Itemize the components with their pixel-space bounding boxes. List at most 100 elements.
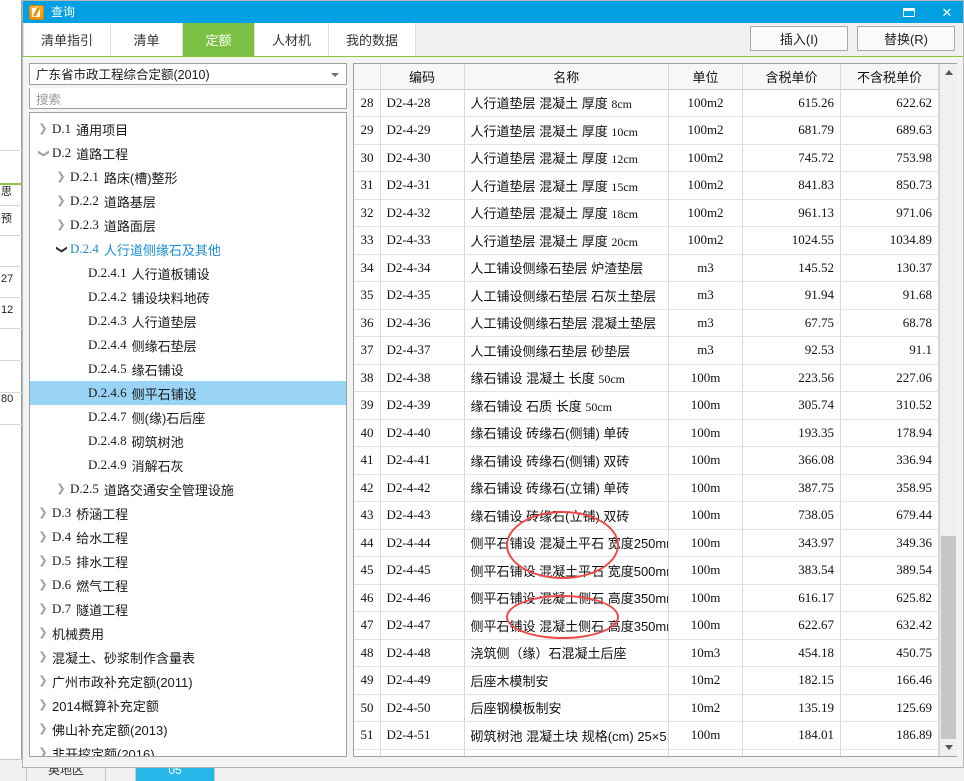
cell-price-excl-tax[interactable]: 349.36 bbox=[840, 529, 939, 557]
cell-price-incl-tax[interactable]: 615.26 bbox=[742, 89, 841, 117]
cell-index[interactable]: 37 bbox=[354, 336, 381, 365]
table-row[interactable]: 37 D2-4-37 人工铺设侧缘石垫层 砂垫层 m3 92.53 91.1 bbox=[354, 336, 939, 365]
cell-unit[interactable]: 100m2 bbox=[668, 199, 743, 227]
table-row[interactable]: 49 D2-4-49 后座木模制安 10m2 182.15 166.46 bbox=[354, 666, 939, 695]
cell-index[interactable]: 32 bbox=[354, 199, 381, 227]
cell-price-excl-tax[interactable]: 227.06 bbox=[840, 364, 939, 392]
cell-index[interactable]: 52 bbox=[354, 749, 381, 756]
cell-name[interactable]: 缘石铺设 砖缘石(立铺) 单砖 bbox=[464, 474, 669, 502]
cell-name[interactable]: 后座钢模板制安 bbox=[464, 694, 669, 722]
cell-code[interactable]: D2-4-35 bbox=[380, 281, 465, 310]
cell-price-incl-tax[interactable]: 745.72 bbox=[742, 144, 841, 172]
cell-unit[interactable]: 100m bbox=[668, 529, 743, 557]
cell-price-excl-tax[interactable]: 850.73 bbox=[840, 171, 939, 200]
table-row[interactable]: 43 D2-4-43 缘石铺设 砖缘石(立铺) 双砖 100m 738.05 679.44 bbox=[354, 501, 939, 530]
cell-unit[interactable]: 100m bbox=[668, 556, 743, 585]
cell-code[interactable]: D2-4-36 bbox=[380, 309, 465, 337]
cell-code[interactable]: D2-4-50 bbox=[380, 694, 465, 722]
tree-item-node-22[interactable]: ❯ 混凝土、砂浆制作含量表 bbox=[30, 645, 346, 669]
quota-category-tree[interactable]: ❯ D.1 通用项目 ❯ D.2 道路工程 ❯ D.2.1 路床(槽)整形 ❯ D.2.2 道路基层 ❯… bbox=[29, 112, 347, 757]
scroll-down-arrow-icon[interactable] bbox=[940, 739, 957, 756]
cell-price-excl-tax[interactable]: 389.54 bbox=[840, 556, 939, 585]
table-row[interactable]: 28 D2-4-28 人行道垫层 混凝土 厚度 8cm 100m2 615.26 622.… bbox=[354, 89, 939, 117]
cell-price-excl-tax[interactable]: 68.78 bbox=[840, 309, 939, 337]
cell-price-incl-tax[interactable]: 92.53 bbox=[742, 336, 841, 365]
cell-price-excl-tax[interactable]: 336.94 bbox=[840, 446, 939, 475]
cell-unit[interactable]: 100m bbox=[668, 419, 743, 447]
cell-code[interactable]: D2-4-47 bbox=[380, 611, 465, 640]
cell-price-excl-tax[interactable]: 450.75 bbox=[840, 639, 939, 667]
column-header-price-excl-tax[interactable]: 不含税单价 bbox=[840, 64, 939, 90]
table-row[interactable]: 34 D2-4-34 人工铺设侧缘石垫层 炉渣垫层 m3 145.52 130.37 bbox=[354, 254, 939, 282]
cell-price-incl-tax[interactable]: 305.74 bbox=[742, 391, 841, 420]
table-row[interactable]: 48 D2-4-48 浇筑侧（缘）石混凝土后座 10m3 454.18 450.75 bbox=[354, 639, 939, 667]
table-row[interactable]: 35 D2-4-35 人工铺设侧缘石垫层 石灰土垫层 m3 91.94 91.68 bbox=[354, 281, 939, 310]
cell-price-excl-tax[interactable]: 1034.89 bbox=[840, 226, 939, 255]
chevron-right-icon[interactable]: ❯ bbox=[34, 123, 52, 135]
cell-index[interactable]: 43 bbox=[354, 501, 381, 530]
chevron-right-icon[interactable]: ❯ bbox=[34, 507, 52, 519]
chevron-right-icon[interactable]: ❯ bbox=[52, 219, 70, 231]
tab-list-guide[interactable]: 清单指引 bbox=[23, 23, 112, 56]
chevron-right-icon[interactable]: ❯ bbox=[34, 555, 52, 567]
cell-price-excl-tax[interactable]: 632.42 bbox=[840, 611, 939, 640]
table-row[interactable]: 32 D2-4-32 人行道垫层 混凝土 厚度 18cm 100m2 961.13 971… bbox=[354, 199, 939, 227]
cell-unit[interactable]: 10m2 bbox=[668, 694, 743, 722]
cell-name[interactable]: 人工铺设侧缘石垫层 混凝土垫层 bbox=[464, 309, 669, 337]
cell-price-incl-tax[interactable]: 738.05 bbox=[742, 501, 841, 530]
cell-price-incl-tax[interactable]: 91.94 bbox=[742, 281, 841, 310]
tree-item-D-2[interactable]: ❯ D.2 道路工程 bbox=[30, 141, 346, 165]
cell-unit[interactable]: 100m2 bbox=[668, 226, 743, 255]
cell-code[interactable]: D2-4-49 bbox=[380, 666, 465, 695]
cell-code[interactable]: D2-4-43 bbox=[380, 501, 465, 530]
cell-name[interactable]: 侧平石铺设 混凝土平石 宽度500mm内 bbox=[464, 556, 669, 585]
replace-button[interactable]: 替换(R) bbox=[857, 26, 955, 51]
cell-index[interactable]: 50 bbox=[354, 694, 381, 722]
cell-name[interactable]: 缘石铺设 砖缘石(侧铺) 双砖 bbox=[464, 446, 669, 475]
cell-price-incl-tax[interactable]: 145.52 bbox=[742, 254, 841, 282]
column-header-price-incl-tax[interactable]: 含税单价 bbox=[742, 64, 841, 90]
cell-index[interactable]: 28 bbox=[354, 89, 381, 117]
cell-code[interactable]: D2-4-38 bbox=[380, 364, 465, 392]
table-row[interactable]: 29 D2-4-29 人行道垫层 混凝土 厚度 10cm 100m2 681.79 689… bbox=[354, 116, 939, 145]
cell-price-incl-tax[interactable]: 1024.55 bbox=[742, 226, 841, 255]
cell-price-incl-tax[interactable]: 961.13 bbox=[742, 199, 841, 227]
cell-name[interactable]: 侧平石铺设 混凝土平石 宽度250mm内 bbox=[464, 529, 669, 557]
tree-item-D-5[interactable]: ❯ D.5 排水工程 bbox=[30, 549, 346, 573]
cell-price-excl-tax[interactable]: 125.69 bbox=[840, 694, 939, 722]
tree-item-D-2-4-5[interactable]: D.2.4.5 缘石铺设 bbox=[30, 357, 346, 381]
cell-code[interactable]: D2-4-45 bbox=[380, 556, 465, 585]
tree-item-node-21[interactable]: ❯ 机械费用 bbox=[30, 621, 346, 645]
cell-price-excl-tax[interactable]: 91.68 bbox=[840, 281, 939, 310]
tree-item-D-2-4[interactable]: ❯ D.2.4 人行道侧缘石及其他 bbox=[30, 237, 346, 261]
cell-name[interactable]: 人行道垫层 混凝土 厚度 8cm bbox=[464, 89, 669, 117]
cell-price-incl-tax[interactable]: 67.75 bbox=[742, 309, 841, 337]
cell-index[interactable]: 41 bbox=[354, 446, 381, 475]
cell-price-excl-tax[interactable]: 679.44 bbox=[840, 501, 939, 530]
cell-code[interactable]: D2-4-42 bbox=[380, 474, 465, 502]
close-button[interactable]: ✕ bbox=[935, 1, 959, 23]
chevron-right-icon[interactable]: ❯ bbox=[34, 579, 52, 591]
cell-name[interactable]: 缘石铺设 砖缘石(立铺) 双砖 bbox=[464, 501, 669, 530]
tab-quota[interactable]: 定额 bbox=[183, 23, 256, 56]
cell-price-incl-tax[interactable]: 454.18 bbox=[742, 639, 841, 667]
cell-price-excl-tax[interactable]: 310.52 bbox=[840, 391, 939, 420]
chevron-down-icon[interactable]: ❯ bbox=[56, 240, 68, 258]
tree-item-D-2-4-3[interactable]: D.2.4.3 人行道垫层 bbox=[30, 309, 346, 333]
column-header-index[interactable] bbox=[354, 64, 381, 90]
cell-index[interactable]: 49 bbox=[354, 666, 381, 695]
table-row[interactable]: 41 D2-4-41 缘石铺设 砖缘石(侧铺) 双砖 100m 366.08 336.94 bbox=[354, 446, 939, 475]
cell-code[interactable]: D2-4-46 bbox=[380, 584, 465, 612]
cell-index[interactable]: 46 bbox=[354, 584, 381, 612]
cell-unit[interactable]: 100m bbox=[668, 749, 743, 756]
table-row[interactable]: 38 D2-4-38 缘石铺设 混凝土 长度 50cm 100m 223.56 227.0… bbox=[354, 364, 939, 392]
tree-item-D-7[interactable]: ❯ D.7 隧道工程 bbox=[30, 597, 346, 621]
tree-item-node-26[interactable]: ❯ 非开挖定额(2016) bbox=[30, 741, 346, 756]
cell-index[interactable]: 34 bbox=[354, 254, 381, 282]
cell-price-incl-tax[interactable]: 387.75 bbox=[742, 474, 841, 502]
cell-price-incl-tax[interactable]: 193.35 bbox=[742, 419, 841, 447]
tree-item-D-2-4-2[interactable]: D.2.4.2 铺设块料地砖 bbox=[30, 285, 346, 309]
restore-button[interactable] bbox=[897, 1, 921, 23]
chevron-down-icon[interactable]: ❯ bbox=[38, 144, 50, 162]
chevron-right-icon[interactable]: ❯ bbox=[52, 171, 70, 183]
